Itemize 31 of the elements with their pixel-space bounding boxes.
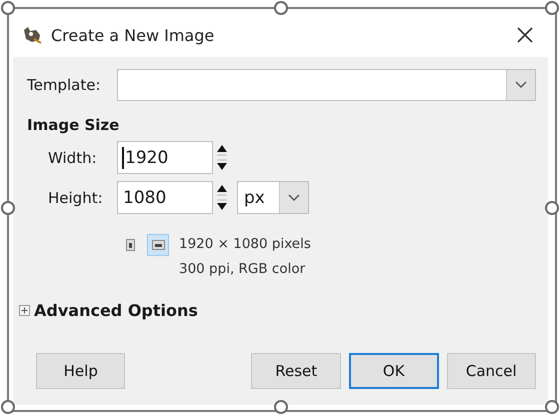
close-icon[interactable] xyxy=(516,26,534,44)
expand-icon[interactable] xyxy=(19,305,30,316)
resize-handle[interactable] xyxy=(1,400,15,414)
resize-handle[interactable] xyxy=(274,1,288,15)
resize-handle[interactable] xyxy=(1,1,15,15)
image-info-text: 1920 × 1080 pixels xyxy=(179,235,311,254)
field-label: Height: xyxy=(47,188,104,206)
expander-label[interactable]: Advanced Options xyxy=(34,301,198,320)
ok-button[interactable]: OK xyxy=(348,353,439,389)
resize-handle[interactable] xyxy=(1,201,15,215)
cancel-button[interactable]: Cancel xyxy=(446,353,536,389)
help-button[interactable]: Help xyxy=(36,353,126,389)
app-icon xyxy=(22,26,42,44)
chevron-down-icon xyxy=(515,81,527,89)
resize-handle[interactable] xyxy=(545,1,559,15)
resize-handle[interactable] xyxy=(545,400,559,414)
field-label: Width: xyxy=(47,148,98,166)
reset-button[interactable]: Reset xyxy=(251,353,341,389)
chevron-down-icon xyxy=(288,194,300,202)
resize-handle[interactable] xyxy=(545,201,559,215)
number-field[interactable]: 1920 xyxy=(117,141,213,174)
portrait-icon xyxy=(126,239,134,251)
landscape-icon xyxy=(152,240,164,250)
field-label: Template: xyxy=(27,76,102,94)
landscape-button[interactable] xyxy=(147,234,169,256)
section-heading: Image Size xyxy=(27,116,120,134)
unit-dropdown[interactable]: px xyxy=(237,181,309,214)
resize-handle[interactable] xyxy=(274,400,288,414)
image-info-text: 300 ppi, RGB color xyxy=(179,260,306,279)
window-title: Create a New Image xyxy=(51,26,214,44)
number-field[interactable]: 1080 xyxy=(117,181,213,214)
